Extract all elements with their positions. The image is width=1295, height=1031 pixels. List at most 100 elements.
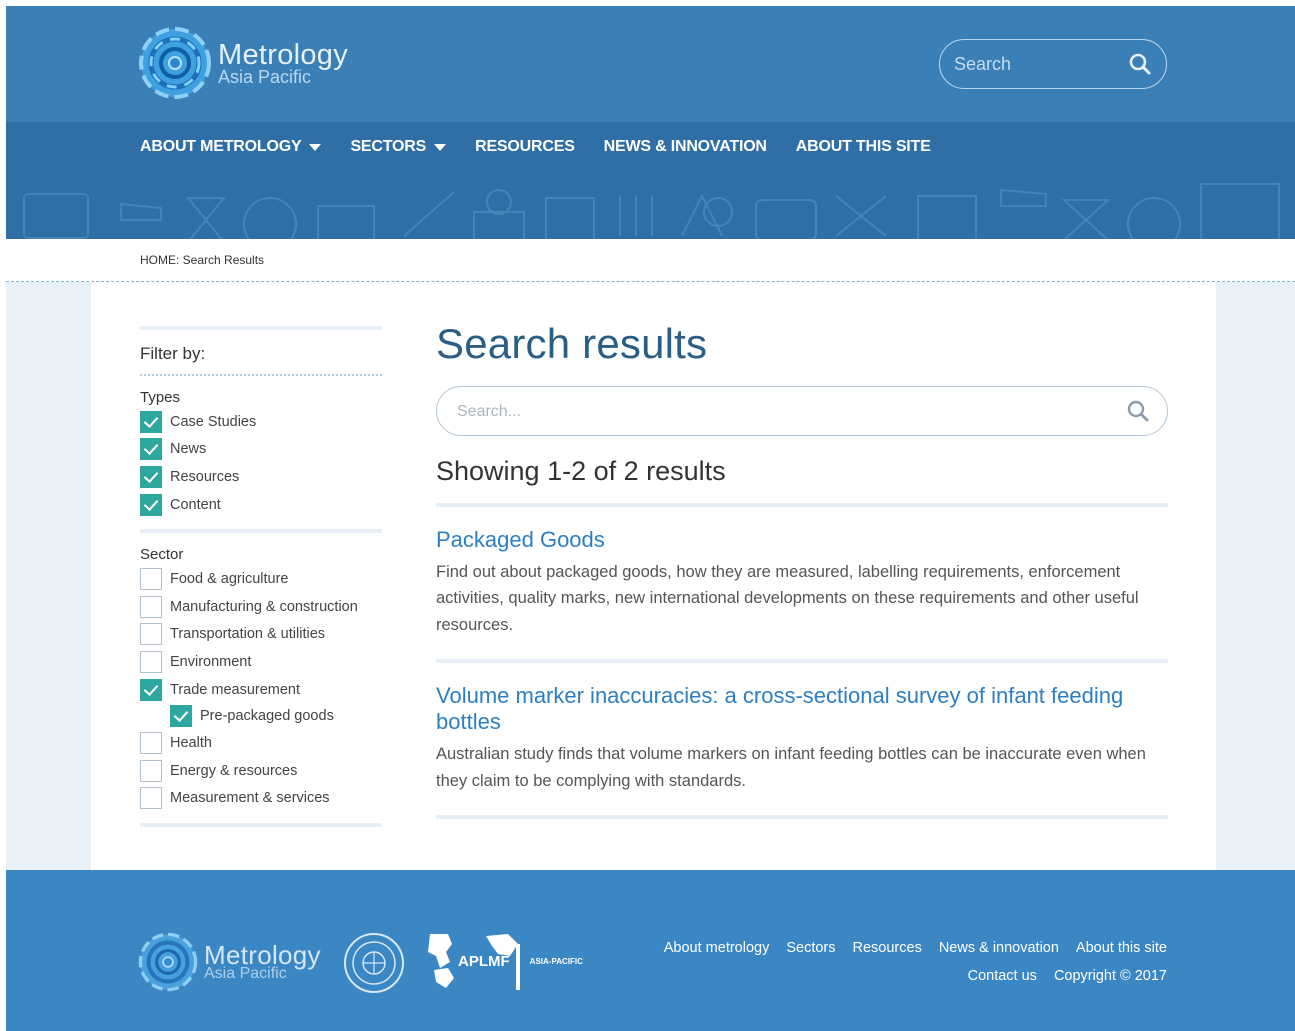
- results-count: Showing 1-2 of 2 results: [436, 456, 726, 486]
- filter-label: Transportation & utilities: [170, 626, 326, 643]
- result-description: Find out about packaged goods, how they …: [436, 562, 1139, 634]
- footer-links: About metrology Sectors Resources News &…: [647, 940, 1167, 956]
- result-item: Volume marker inaccuracies: a cross-sect…: [436, 683, 1168, 794]
- filter-title: Filter by:: [140, 344, 206, 363]
- site-header: Metrology Asia Pacific ABOUT METROLOGY S…: [6, 6, 1295, 239]
- filter-divider: [140, 374, 382, 376]
- sector-label: Sector: [140, 546, 184, 564]
- nav-about-this-site[interactable]: ABOUT THIS SITE: [796, 138, 931, 156]
- caret-down-icon: [434, 143, 447, 151]
- checkbox-checked[interactable]: [170, 705, 192, 728]
- filter-label: Pre-packaged goods: [200, 708, 334, 725]
- footer-link-contact[interactable]: Contact us: [968, 968, 1037, 984]
- header-decoration: [23, 183, 1280, 239]
- nav-about-this-site-label: ABOUT THIS SITE: [795, 138, 931, 155]
- header-search-input[interactable]: [954, 52, 1124, 76]
- sector-list: Food & agriculture Manufacturing & const…: [140, 565, 382, 812]
- breadcrumb-divider: [6, 281, 1295, 282]
- filter-label: Case Studies: [170, 413, 257, 430]
- filter-sector-trade-measurement[interactable]: Trade measurement: [140, 676, 382, 704]
- checkbox-checked[interactable]: [140, 465, 162, 488]
- breadcrumb[interactable]: HOME: Search Results: [140, 253, 264, 267]
- filter-type-resources[interactable]: Resources: [140, 463, 382, 491]
- filter-label: Health: [170, 735, 212, 752]
- filter-label: Manufacturing & construction: [170, 598, 358, 615]
- footer-link-about-this-site[interactable]: About this site: [1076, 940, 1167, 956]
- result-divider: [436, 815, 1168, 820]
- right-gutter: [1216, 282, 1295, 871]
- checkbox-checked[interactable]: [140, 438, 162, 461]
- filter-label: Food & agriculture: [170, 571, 289, 588]
- filter-label: Content: [170, 496, 221, 513]
- nav-news-innovation[interactable]: NEWS & INNOVATION: [604, 138, 767, 156]
- logo-title: Metrology: [218, 38, 349, 71]
- nav-sectors-label: SECTORS: [350, 138, 427, 155]
- header-search: [939, 39, 1167, 89]
- footer-logo[interactable]: Metrology Asia Pacific: [138, 932, 321, 992]
- checkbox-checked[interactable]: [140, 493, 162, 516]
- footer-link-sectors[interactable]: Sectors: [786, 940, 835, 956]
- footer-link-about-metrology[interactable]: About metrology: [664, 940, 770, 956]
- result-description: Australian study finds that volume marke…: [436, 745, 1146, 790]
- filter-label: Energy & resources: [170, 762, 298, 779]
- aplmf-label: APLMF: [458, 952, 510, 970]
- search-icon[interactable]: [1128, 52, 1152, 81]
- result-title-link[interactable]: Packaged Goods: [436, 527, 1168, 553]
- aplmf-subtitle: ASIA-PACIFIC: [529, 956, 583, 966]
- seal-icon[interactable]: [343, 932, 405, 994]
- types-label: Types: [140, 389, 181, 406]
- filter-label: Environment: [170, 653, 252, 670]
- aplmf-text: APLMF ASIA-PACIFIC: [458, 953, 583, 970]
- copyright-text: Copyright © 2017: [1053, 968, 1167, 984]
- filter-bottom-rule: [140, 823, 382, 828]
- main-nav: ABOUT METROLOGY SECTORS RESOURCES NEWS &…: [140, 138, 960, 156]
- checkbox-unchecked[interactable]: [140, 759, 162, 782]
- nav-resources[interactable]: RESOURCES: [475, 138, 575, 156]
- filter-panel: Filter by: Types Case Studies News Resou…: [140, 326, 382, 828]
- filter-sector-energy-resources[interactable]: Energy & resources: [140, 757, 382, 785]
- filter-sector-health[interactable]: Health: [140, 729, 382, 757]
- filter-label: Measurement & services: [170, 790, 330, 807]
- logo-icon: [139, 27, 211, 99]
- results-search: [436, 386, 1168, 436]
- left-gutter: [6, 282, 91, 871]
- result-title-link[interactable]: Volume marker inaccuracies: a cross-sect…: [436, 683, 1168, 735]
- footer-link-news-innovation[interactable]: News & innovation: [939, 940, 1059, 956]
- results-search-input[interactable]: [457, 400, 1077, 424]
- filter-label: Trade measurement: [170, 681, 301, 698]
- checkbox-unchecked[interactable]: [140, 787, 162, 810]
- aplmf-logo[interactable]: APLMF ASIA-PACIFIC: [424, 930, 583, 992]
- checkbox-unchecked[interactable]: [140, 568, 162, 591]
- filter-sector-food-agriculture[interactable]: Food & agriculture: [140, 565, 382, 593]
- checkbox-unchecked[interactable]: [140, 732, 162, 755]
- checkbox-checked[interactable]: [140, 678, 162, 701]
- checkbox-unchecked[interactable]: [140, 623, 162, 646]
- footer-link-resources[interactable]: Resources: [853, 940, 922, 956]
- filter-sector-pre-packaged-goods[interactable]: Pre-packaged goods: [140, 703, 382, 729]
- checkbox-checked[interactable]: [140, 410, 162, 433]
- filter-sector-manufacturing[interactable]: Manufacturing & construction: [140, 593, 382, 621]
- filter-sector-environment[interactable]: Environment: [140, 648, 382, 676]
- nav-about-metrology[interactable]: ABOUT METROLOGY: [140, 138, 322, 156]
- nav-sectors[interactable]: SECTORS: [350, 138, 447, 156]
- filter-type-news[interactable]: News: [140, 436, 382, 464]
- footer-bottom: Contact us Copyright © 2017: [951, 968, 1167, 984]
- footer-logo-text: Metrology Asia Pacific: [204, 942, 321, 982]
- checkbox-unchecked[interactable]: [140, 650, 162, 673]
- filter-top-rule: [140, 326, 382, 330]
- types-list: Case Studies News Resources Content: [140, 408, 382, 518]
- nav-resources-label: RESOURCES: [475, 138, 575, 155]
- checkbox-unchecked[interactable]: [140, 595, 162, 618]
- result-divider: [436, 659, 1168, 664]
- search-icon[interactable]: [1126, 399, 1150, 428]
- filter-type-case-studies[interactable]: Case Studies: [140, 408, 382, 436]
- site-logo[interactable]: Metrology Asia Pacific: [138, 26, 348, 100]
- filter-sector-transportation[interactable]: Transportation & utilities: [140, 621, 382, 649]
- filter-type-content[interactable]: Content: [140, 491, 382, 519]
- page-title: Search results: [436, 320, 708, 367]
- filter-label: Resources: [170, 468, 240, 485]
- filter-sector-measurement-services[interactable]: Measurement & services: [140, 785, 382, 813]
- nav-news-innovation-label: NEWS & INNOVATION: [603, 138, 767, 155]
- site-footer: Metrology Asia Pacific APLMF ASIA-PACIFI…: [6, 870, 1295, 1031]
- logo-icon: [138, 932, 198, 992]
